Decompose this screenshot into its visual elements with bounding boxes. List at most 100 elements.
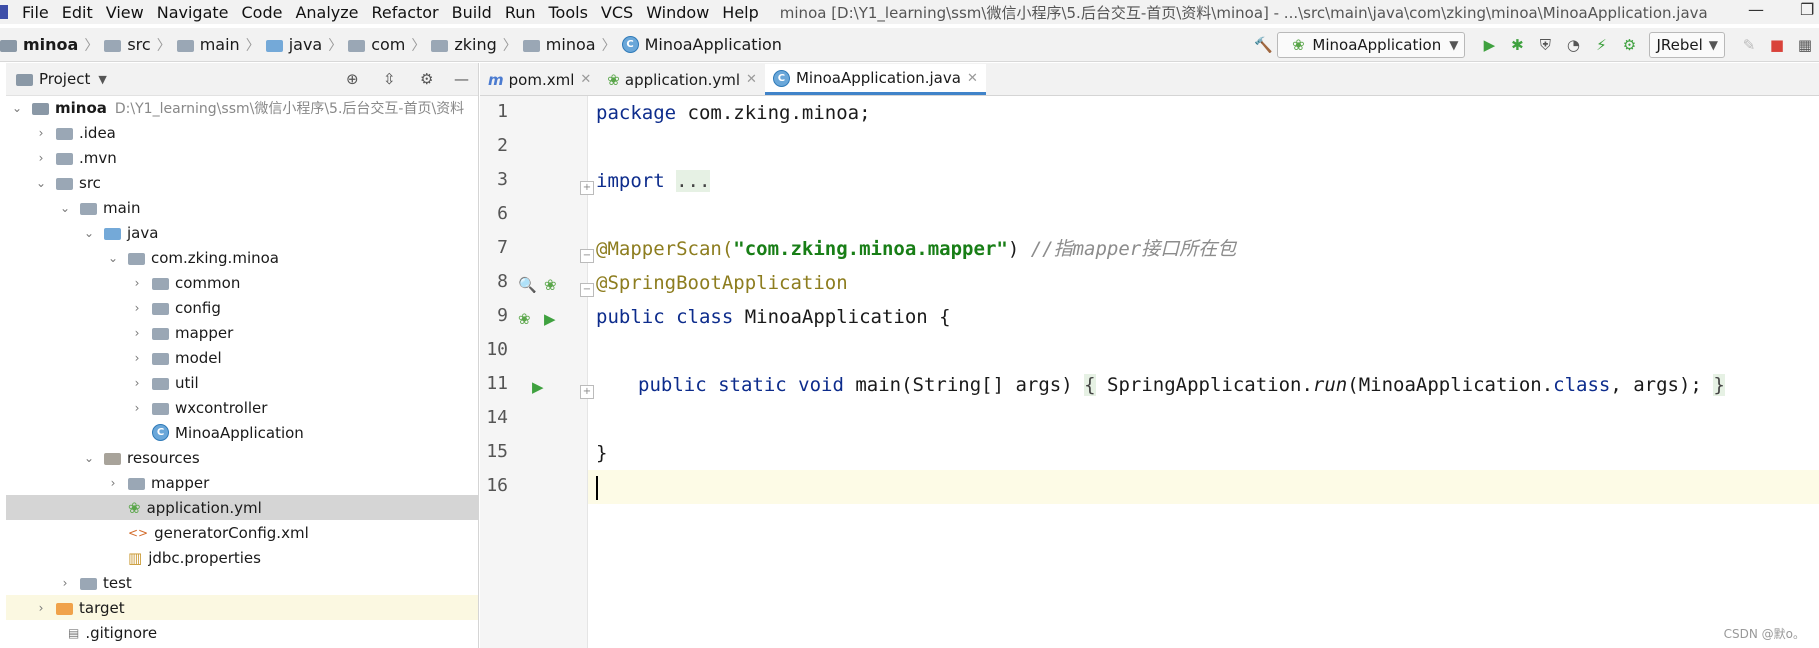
tab-application-yml[interactable]: ❀ application.yml ✕ [599,64,765,95]
chevron-right-icon[interactable]: › [130,401,144,415]
hide-icon[interactable]: — [454,70,469,88]
chevron-down-icon[interactable]: ▼ [98,73,106,86]
project-title[interactable]: Project [39,70,90,88]
folded-imports[interactable]: ... [676,170,711,192]
menu-help[interactable]: Help [722,3,758,22]
tree-item-gitignore[interactable]: ▤ .gitignore [6,620,478,645]
tree-item-config[interactable]: › config [6,295,478,320]
breadcrumb-item-zking[interactable]: zking 〉 [431,35,517,55]
menu-refactor[interactable]: Refactor [372,3,439,22]
coverage-icon[interactable]: ⛨ [1536,36,1554,54]
breadcrumb-item-minoa[interactable]: minoa 〉 [0,35,98,55]
tab-pom-xml[interactable]: m pom.xml ✕ [480,64,599,95]
tab-minoaapplication-java[interactable]: C MinoaApplication.java ✕ [764,64,986,95]
menu-tools[interactable]: Tools [549,3,588,22]
jrebel-select[interactable]: JRebel ▼ [1649,31,1725,58]
chevron-down-icon[interactable]: ⌄ [106,251,120,265]
breadcrumb-item-java[interactable]: java 〉 [265,35,342,55]
chevron-down-icon[interactable]: ⌄ [82,451,96,465]
chevron-down-icon[interactable]: ⌄ [58,201,72,215]
chevron-right-icon[interactable]: › [130,326,144,340]
restore-icon[interactable]: ❐ [1800,0,1814,19]
tree-item-application-yml[interactable]: ❀ application.yml [6,495,478,520]
tree-item-target[interactable]: › target [6,595,478,620]
tree-item-label: wxcontroller [175,398,268,417]
chevron-right-icon[interactable]: › [34,601,48,615]
tree-item-resources-mapper[interactable]: › mapper [6,470,478,495]
close-icon[interactable]: ✕ [746,72,757,87]
tree-item-test[interactable]: › test [6,570,478,595]
chevron-down-icon[interactable]: ⌄ [34,176,48,190]
chevron-right-icon[interactable]: › [34,126,48,140]
chevron-right-icon[interactable]: › [130,351,144,365]
collapse-all-icon[interactable]: ⇳ [383,70,396,88]
line-number: 2 [497,135,508,156]
gear-icon[interactable]: ⚙ [420,70,433,88]
chevron-right-icon[interactable]: › [130,276,144,290]
stop-icon[interactable]: ■ [1768,36,1786,54]
spring-boot-icon[interactable]: ❀ [518,310,531,328]
menu-run[interactable]: Run [505,3,536,22]
close-icon[interactable]: ✕ [580,72,591,87]
chevron-right-icon[interactable]: › [58,576,72,590]
menu-file[interactable]: File [22,3,49,22]
run-gutter-icon[interactable]: ▶ [544,310,556,328]
menu-analyze[interactable]: Analyze [295,3,358,22]
breadcrumb-item-main[interactable]: main 〉 [176,35,260,55]
chevron-down-icon[interactable]: ⌄ [10,101,24,115]
menu-view[interactable]: View [106,3,144,22]
tree-item-idea[interactable]: › .idea [6,120,478,145]
breadcrumb-item-src[interactable]: src 〉 [104,35,171,55]
run-gutter-icon[interactable]: ▶ [532,378,544,396]
menu-edit[interactable]: Edit [62,3,93,22]
menu-build[interactable]: Build [452,3,492,22]
tree-item-generatorconfig[interactable]: <> generatorConfig.xml [6,520,478,545]
tree-item-main[interactable]: ⌄ main [6,195,478,220]
project-structure-icon[interactable]: ▦ [1796,36,1814,54]
tree-item-package[interactable]: ⌄ com.zking.minoa [6,245,478,270]
chevron-right-icon[interactable]: › [106,476,120,490]
chevron-right-icon[interactable]: › [130,376,144,390]
breadcrumb-item-minoa-pkg[interactable]: minoa 〉 [522,35,616,55]
tree-item-label: jdbc.properties [148,548,261,567]
menu-vcs[interactable]: VCS [601,3,633,22]
spring-bean-icon[interactable]: ❀ [544,276,557,294]
tree-item-label: util [175,373,199,392]
profile-icon[interactable]: ◔ [1564,36,1582,54]
tree-item-util[interactable]: › util [6,370,478,395]
breadcrumb-item-com[interactable]: com 〉 [348,35,425,55]
close-icon[interactable]: ✕ [967,71,978,86]
run-configuration-select[interactable]: ❀ MinoaApplication ▼ [1277,31,1466,58]
tree-item-root[interactable]: ⌄ minoa D:\Y1_learning\ssm\微信小程序\5.后台交互-… [6,95,478,120]
build-hammer-icon[interactable]: 🔨 [1254,36,1273,54]
tree-item-mapper[interactable]: › mapper [6,320,478,345]
tree-item-common[interactable]: › common [6,270,478,295]
tree-item-model[interactable]: › model [6,345,478,370]
find-usages-icon[interactable]: 🔍 [518,276,537,294]
tree-item-wxcontroller[interactable]: › wxcontroller [6,395,478,420]
jrebel-run-icon[interactable]: ⚡ [1592,36,1610,54]
tree-item-resources[interactable]: ⌄ resources [6,445,478,470]
code-line: import ... [596,170,711,192]
menu-code[interactable]: Code [242,3,283,22]
spring-class-icon: C [772,69,790,87]
tree-item-minoaapplication[interactable]: C MinoaApplication [6,420,478,445]
menu-navigate[interactable]: Navigate [157,3,229,22]
jrebel-debug-icon[interactable]: ⚙ [1620,36,1638,54]
menu-window[interactable]: Window [646,3,709,22]
package-icon [431,39,449,52]
debug-icon[interactable]: ✱ [1508,36,1526,54]
breadcrumb-item-class[interactable]: C MinoaApplication [621,35,782,54]
tree-item-src[interactable]: ⌄ src [6,170,478,195]
locate-icon[interactable]: ⊕ [346,70,359,88]
tree-item-jdbc-properties[interactable]: ▥ jdbc.properties [6,545,478,570]
tree-item-mvn[interactable]: › .mvn [6,145,478,170]
chevron-right-icon[interactable]: › [34,151,48,165]
run-icon[interactable]: ▶ [1480,36,1498,54]
chevron-right-icon[interactable]: › [130,301,144,315]
tree-item-java[interactable]: ⌄ java [6,220,478,245]
minimize-icon[interactable]: — [1748,0,1764,19]
chevron-down-icon[interactable]: ⌄ [82,226,96,240]
code-area[interactable]: package com.zking.minoa; import ... @Map… [588,96,1819,648]
line-number: 14 [486,407,508,428]
